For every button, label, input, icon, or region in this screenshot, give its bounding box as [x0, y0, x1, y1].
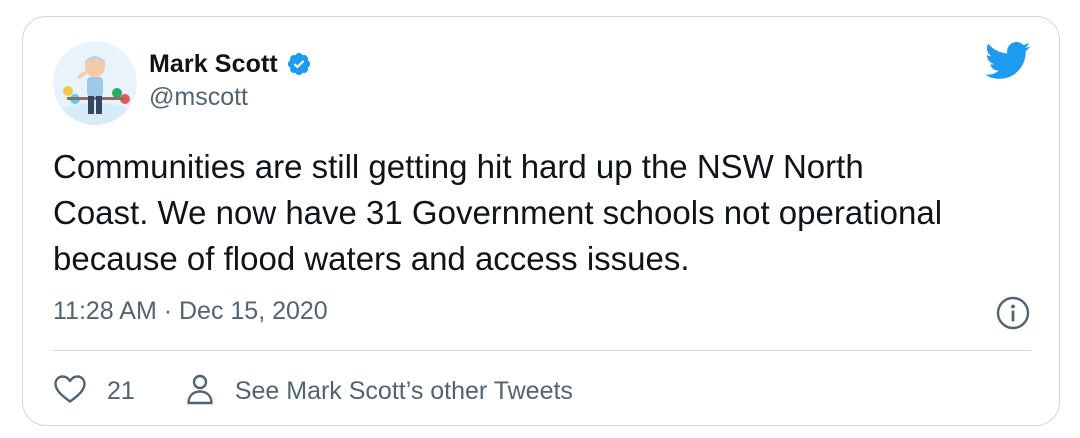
tweet-text: Communities are still getting hit hard u…	[53, 144, 1043, 282]
like-count: 21	[107, 376, 135, 405]
like-button[interactable]: 21	[53, 374, 135, 409]
tweet-actions: 21 See Mark Scott’s other Tweets	[53, 369, 573, 413]
twitter-bird-icon[interactable]	[985, 41, 1031, 81]
author-block: Mark Scott @mscott	[149, 47, 312, 112]
author-name-row: Mark Scott	[149, 47, 312, 81]
see-other-tweets-label: See Mark Scott’s other Tweets	[234, 376, 573, 405]
divider	[53, 350, 1031, 351]
tweet-text-line: because of flood waters and access issue…	[53, 240, 690, 277]
tweet-timestamp[interactable]: 11:28 AM · Dec 15, 2020	[53, 297, 328, 326]
info-icon[interactable]	[995, 295, 1031, 331]
tweet-text-line: Communities are still getting hit hard u…	[53, 148, 864, 185]
tweet-text-line: Coast. We now have 31 Government schools…	[53, 194, 943, 231]
author-name[interactable]: Mark Scott	[149, 50, 278, 79]
author-handle[interactable]: @mscott	[149, 83, 312, 112]
tweet-card[interactable]: Mark Scott @mscott Communities are still…	[22, 16, 1060, 426]
verified-badge-icon	[286, 51, 312, 77]
person-outline-icon	[185, 373, 215, 410]
see-other-tweets-link[interactable]: See Mark Scott’s other Tweets	[185, 373, 573, 410]
heart-outline-icon	[53, 374, 87, 409]
avatar[interactable]	[53, 41, 137, 125]
